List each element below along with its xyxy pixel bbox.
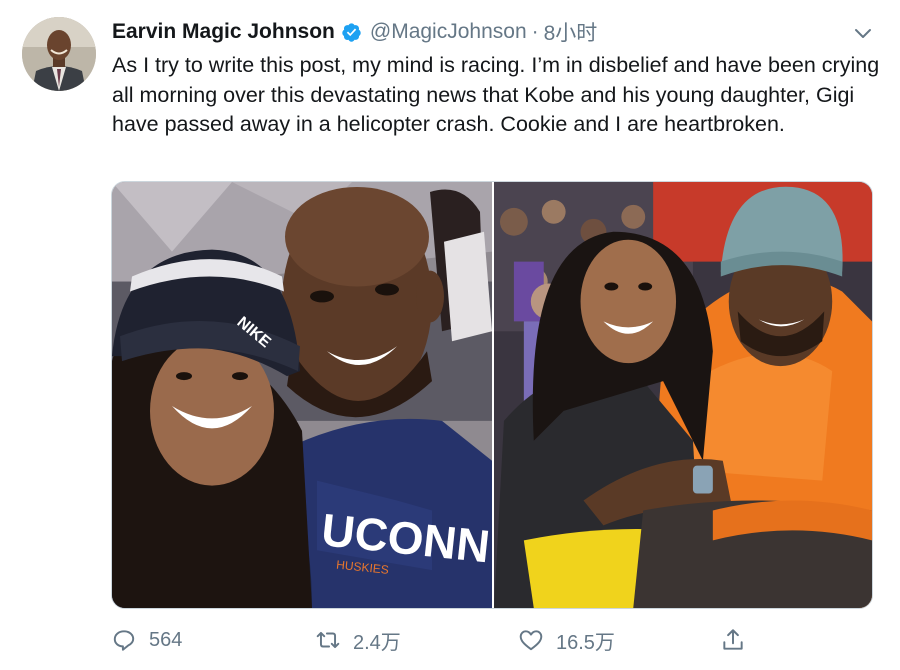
timestamp[interactable]: 8小时: [544, 17, 598, 47]
tweet-text: As I try to write this post, my mind is …: [112, 53, 880, 136]
photo-kobe-gigi-selfie[interactable]: UCONN HUSKIES NIKE: [112, 182, 492, 608]
verified-badge-icon: [341, 22, 362, 43]
reply-button[interactable]: 564: [111, 624, 182, 656]
avatar[interactable]: [22, 17, 96, 91]
share-icon: [723, 629, 743, 650]
display-name[interactable]: Earvin Magic Johnson: [112, 20, 335, 44]
user-handle[interactable]: @MagicJohnson: [370, 20, 527, 44]
like-button[interactable]: 16.5万: [518, 624, 615, 656]
share-button[interactable]: [720, 624, 758, 656]
like-count: 16.5万: [556, 631, 615, 654]
reply-icon: [113, 630, 135, 651]
reply-count: 564: [149, 628, 183, 651]
photo-kobe-gigi-courtside[interactable]: [494, 182, 872, 608]
retweet-count: 2.4万: [353, 631, 401, 654]
tweet-actions: 564 2.4万 16.5万: [0, 624, 900, 656]
tweet-header: Earvin Magic Johnson @MagicJohnson · 8小时: [112, 18, 597, 46]
more-options-chevron-down-icon[interactable]: [852, 22, 874, 44]
heart-icon: [519, 630, 543, 651]
separator-dot: ·: [531, 20, 539, 43]
media-grid: UCONN HUSKIES NIKE: [111, 181, 873, 609]
retweet-icon: [316, 631, 340, 649]
avatar-photo: [22, 17, 96, 91]
retweet-button[interactable]: 2.4万: [315, 624, 401, 656]
